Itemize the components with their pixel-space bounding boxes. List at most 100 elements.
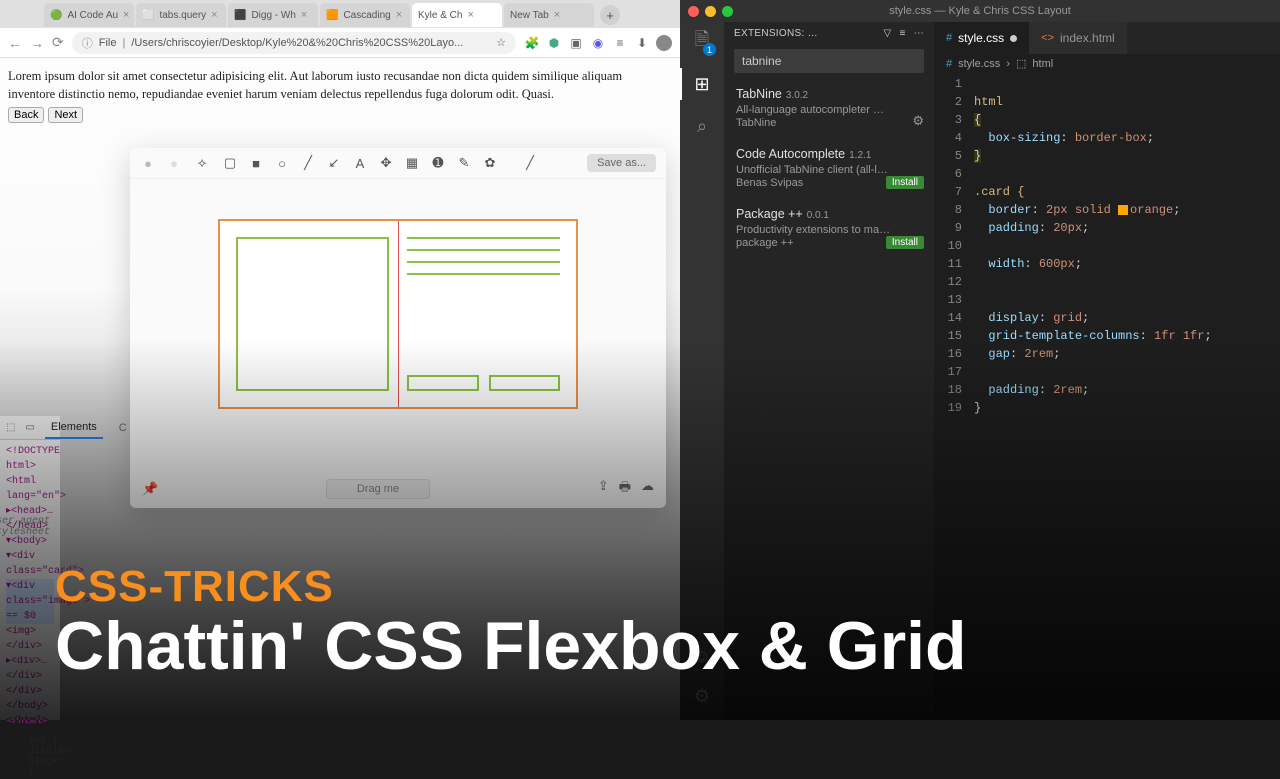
install-button[interactable]: Install: [886, 176, 924, 189]
lorem-paragraph: Lorem ipsum dolor sit amet consectetur a…: [8, 68, 672, 103]
close-icon[interactable]: ×: [396, 9, 402, 21]
star-icon[interactable]: ☆: [496, 36, 506, 49]
circle-icon[interactable]: ○: [274, 155, 290, 171]
pin-icon[interactable]: 📌: [142, 481, 158, 497]
tab-label: Cascading: [343, 10, 390, 21]
devtools-dom-tree[interactable]: <!DOCTYPE html> <html lang="en"> ▸<head>…: [0, 440, 60, 733]
extension-icon[interactable]: ⬢: [546, 35, 562, 51]
install-button[interactable]: Install: [886, 236, 924, 249]
preview-button-box: [407, 375, 479, 391]
browser-tab[interactable]: New Tab×: [504, 3, 594, 27]
explorer-icon[interactable]: 🗎1: [690, 30, 714, 54]
forward-button[interactable]: →: [30, 35, 44, 51]
avatar[interactable]: [656, 35, 672, 51]
extension-icon[interactable]: ◉: [590, 35, 606, 51]
extension-item[interactable]: Package ++0.0.1 Productivity extensions …: [724, 197, 934, 257]
extension-desc: All-language autocompleter …: [736, 104, 924, 116]
pencil-icon[interactable]: ╱: [522, 155, 538, 171]
tab-console[interactable]: C: [113, 418, 133, 438]
clear-icon[interactable]: ≡: [900, 28, 906, 39]
breadcrumb[interactable]: # style.css › ⬚ html: [934, 54, 1280, 73]
close-window-button[interactable]: [688, 6, 699, 17]
page-content: Lorem ipsum dolor sit amet consectetur a…: [0, 58, 680, 133]
number-icon[interactable]: ➊: [430, 155, 446, 171]
code-area[interactable]: 12345678910111213141516171819 html { box…: [934, 73, 1280, 720]
browser-tab[interactable]: ⬛Digg - Wh×: [228, 3, 318, 27]
inspect-icon[interactable]: ⬚: [6, 422, 15, 434]
extension-icon[interactable]: ≡: [612, 35, 628, 51]
extension-icon[interactable]: ⬇: [634, 35, 650, 51]
drag-handle[interactable]: Drag me: [326, 479, 430, 499]
dot-icon[interactable]: ●: [140, 155, 156, 171]
css-file-icon: #: [946, 58, 952, 70]
gear-icon[interactable]: ⚙: [912, 113, 924, 129]
browser-tab[interactable]: ⬜tabs.query×: [136, 3, 226, 27]
close-icon[interactable]: ×: [211, 9, 217, 21]
extension-item[interactable]: TabNine3.0.2 All-language autocompleter …: [724, 77, 934, 137]
code-lines: html { box-sizing: border-box; } .card {…: [974, 75, 1280, 720]
info-icon: ⓘ: [82, 35, 93, 51]
move-icon[interactable]: ✥: [378, 155, 394, 171]
mask-icon[interactable]: ▦: [404, 155, 420, 171]
tab-label: Digg - Wh: [251, 10, 295, 21]
browser-tab[interactable]: 🟢AI Code Au×: [44, 3, 134, 27]
arrow-icon[interactable]: ↙: [326, 155, 342, 171]
extensions-search-input[interactable]: [734, 49, 924, 73]
browser-tab-active[interactable]: Kyle & Ch×: [412, 3, 502, 27]
gear-icon[interactable]: ✿: [482, 155, 498, 171]
filled-square-icon[interactable]: ■: [248, 155, 264, 171]
devtools-panel: ⬚ ▭ Elements C <!DOCTYPE html> <html lan…: [0, 416, 60, 720]
editor-tab[interactable]: <> index.html: [1029, 22, 1127, 54]
extensions-icon[interactable]: ⊞: [690, 72, 714, 96]
dom-line: <html lang="en">: [6, 474, 54, 504]
screenshot-footer: 📌 Drag me ⇪ 🖶 ☁: [130, 478, 666, 500]
address-field[interactable]: ⓘ File | /Users/chriscoyier/Desktop/Kyle…: [72, 32, 516, 54]
crop-icon[interactable]: ⟡: [194, 155, 210, 171]
dom-line: <!DOCTYPE html>: [6, 444, 54, 474]
minimize-window-button[interactable]: [705, 6, 716, 17]
editor-tabs: # style.css <> index.html: [934, 22, 1280, 54]
save-as-button[interactable]: Save as...: [587, 154, 656, 172]
maximize-window-button[interactable]: [722, 6, 733, 17]
back-button[interactable]: ←: [8, 35, 22, 51]
extension-icon[interactable]: 🧩: [524, 35, 540, 51]
extension-desc: Productivity extensions to ma…: [736, 224, 924, 236]
gear-icon[interactable]: ⚙: [690, 684, 714, 708]
tab-elements[interactable]: Elements: [45, 417, 103, 439]
brush-icon[interactable]: ✎: [456, 155, 472, 171]
address-prefix: File: [99, 37, 117, 49]
filter-icon[interactable]: ▽: [884, 28, 892, 39]
search-icon[interactable]: ⌕: [690, 114, 714, 138]
close-icon[interactable]: ×: [301, 9, 307, 21]
close-icon[interactable]: ×: [467, 9, 473, 21]
browser-tab[interactable]: 🟧Cascading×: [320, 3, 410, 27]
more-icon[interactable]: ⋯: [914, 28, 924, 39]
editor-tab-active[interactable]: # style.css: [934, 22, 1029, 54]
text-icon[interactable]: A: [352, 155, 368, 171]
back-button[interactable]: Back: [8, 107, 44, 123]
badge-count: 1: [703, 43, 716, 56]
device-icon[interactable]: ▭: [25, 422, 34, 434]
extension-icon[interactable]: ▣: [568, 35, 584, 51]
square-icon[interactable]: ▢: [222, 155, 238, 171]
line-icon[interactable]: ╱: [300, 155, 316, 171]
extension-item[interactable]: Code Autocomplete1.2.1 Unofficial TabNin…: [724, 137, 934, 197]
breadcrumb-item: html: [1032, 58, 1053, 70]
code-editor: # style.css <> index.html # style.css › …: [934, 22, 1280, 720]
next-button[interactable]: Next: [48, 107, 83, 123]
new-tab-button[interactable]: +: [600, 5, 620, 25]
close-icon[interactable]: ×: [554, 9, 560, 21]
close-icon[interactable]: ×: [123, 9, 129, 21]
reload-button[interactable]: ⟳: [52, 34, 64, 51]
share-icon[interactable]: ⇪: [598, 478, 609, 500]
extension-version: 1.2.1: [849, 150, 871, 161]
dom-line: </body>: [6, 699, 54, 714]
extension-author: TabNine: [736, 117, 924, 129]
dot-icon[interactable]: ●: [166, 155, 182, 171]
print-icon[interactable]: 🖶: [619, 478, 631, 500]
brand-text: CSS-TRICKS: [55, 562, 967, 612]
panel-title: EXTENSIONS: …: [734, 28, 876, 39]
cloud-icon[interactable]: ☁: [641, 478, 654, 500]
preview-line: [407, 273, 560, 275]
video-title-overlay: CSS-TRICKS Chattin' CSS Flexbox & Grid: [55, 562, 967, 680]
